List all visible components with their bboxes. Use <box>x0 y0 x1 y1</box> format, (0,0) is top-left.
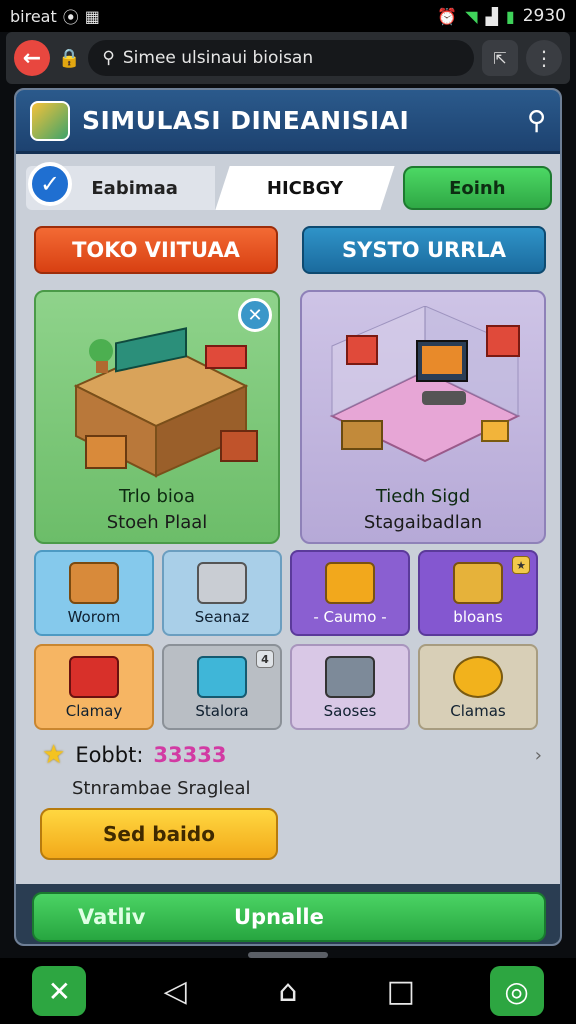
lock-icon: 🔒 <box>58 47 81 69</box>
category-button-store[interactable]: TOKO VIITUAA <box>34 226 278 274</box>
tab-bar: ✓ Eabimaa HICBGY Eoinh <box>26 162 553 212</box>
grid-tile[interactable]: 4 Stalora <box>162 644 282 730</box>
score-value: 33333 <box>153 743 227 767</box>
bottom-bar: Vatliv Upnalle <box>16 884 560 944</box>
chevron-right-icon[interactable]: › <box>535 745 542 766</box>
browser-menu-button[interactable]: ⋮ <box>526 40 562 76</box>
shelf-icon <box>325 656 375 698</box>
url-field[interactable]: ⚲ Simee ulsinaui bioisan <box>88 40 474 76</box>
category-button-system[interactable]: SYSTO URRLA <box>302 226 546 274</box>
app-title: SIMULASI DINEANISIAI <box>82 106 410 135</box>
crate-icon <box>453 562 503 604</box>
image-notification-icon: ▦ <box>84 6 100 26</box>
update-button-left-label: Vatliv <box>78 905 146 929</box>
featured-card-system[interactable]: Tiedh Sigd Stagaibadlan <box>300 290 546 544</box>
search-icon: ⚲ <box>526 105 546 136</box>
update-button-label: Upnalle <box>234 905 324 929</box>
send-button[interactable]: Sed baido <box>40 808 278 860</box>
grid-tile[interactable]: Clamay <box>34 644 154 730</box>
square-recents-icon: □ <box>386 973 415 1009</box>
gold-icon <box>453 656 503 698</box>
item-grid: Worom Seanaz - Caumo - ★ bloans Clamay 4… <box>34 550 546 730</box>
browser-toolbar: ← 🔒 ⚲ Simee ulsinaui bioisan ⇱ ⋮ <box>6 32 570 84</box>
tile-label: Clamay <box>65 702 123 720</box>
store-illustration <box>73 327 258 478</box>
tile-label: Saoses <box>323 702 377 720</box>
arrow-left-icon: ← <box>22 45 42 71</box>
grid-tile[interactable]: ★ bloans <box>418 550 538 636</box>
featured-card-store[interactable]: ✕ Trlo bioa Stoeh Plaal <box>34 290 280 544</box>
grid-tile[interactable]: Seanaz <box>162 550 282 636</box>
wifi-icon: ◥ <box>465 6 478 26</box>
info-badge-icon: 4 <box>256 650 274 668</box>
tile-label: Stalora <box>195 702 249 720</box>
tile-label: Seanaz <box>194 608 250 626</box>
star-icon: ★ <box>42 740 66 770</box>
signal-icon: ▟ <box>485 6 498 26</box>
carrier-label: bireat <box>10 6 57 26</box>
safe-icon <box>197 562 247 604</box>
van-icon <box>197 656 247 698</box>
grid-tile[interactable]: Worom <box>34 550 154 636</box>
featured-card-title: Trlo bioa <box>119 486 195 507</box>
nav-recents-button[interactable]: □ <box>377 967 425 1015</box>
url-text: Simee ulsinaui bioisan <box>122 48 314 68</box>
share-button[interactable]: ⇱ <box>482 40 518 76</box>
search-button[interactable]: ⚲ <box>527 106 546 136</box>
featured-cards: ✕ Trlo bioa Stoeh Plaal Tiedh Sigd Staga… <box>34 290 546 544</box>
nav-home-button[interactable]: ⌂ <box>264 967 312 1015</box>
app-header: SIMULASI DINEANISIAI ⚲ <box>16 90 560 154</box>
score-description: Stnrambae Sragleal <box>72 778 251 799</box>
cart-icon <box>325 562 375 604</box>
featured-card-subtitle: Stagaibadlan <box>363 512 483 533</box>
tile-label: bloans <box>453 608 503 626</box>
tile-label: Clamas <box>450 702 506 720</box>
tile-label: - Caumo - <box>313 608 387 626</box>
tab-action-button[interactable]: Eoinh <box>402 166 553 210</box>
grid-tile[interactable]: - Caumo - <box>290 550 410 636</box>
app-window: SIMULASI DINEANISIAI ⚲ ✓ Eabimaa HICBGY … <box>14 88 562 946</box>
chat-app-button[interactable]: ◎ <box>489 966 544 1016</box>
office-illustration <box>329 306 521 463</box>
back-button[interactable]: ← <box>14 40 50 76</box>
grid-tile[interactable]: Saoses <box>290 644 410 730</box>
alarm-icon: ⏰ <box>437 6 458 26</box>
notification-icon: ⦿ <box>62 8 79 27</box>
check-badge-icon: ✓ <box>28 162 72 206</box>
app-logo <box>30 100 70 141</box>
nav-back-button[interactable]: ◁ <box>151 967 199 1015</box>
grid-tile[interactable]: Clamas <box>418 644 538 730</box>
update-button[interactable]: Vatliv Upnalle <box>32 892 546 942</box>
truck-icon <box>69 656 119 698</box>
tab-second[interactable]: HICBGY <box>215 166 395 210</box>
clock: 2930 <box>522 6 566 26</box>
category-row: TOKO VIITUAA SYSTO URRLA <box>34 226 546 274</box>
share-icon: ⇱ <box>493 48 507 68</box>
tools-app-button[interactable]: ✕ <box>32 966 87 1016</box>
featured-card-subtitle: Stoeh Plaal <box>106 512 208 533</box>
star-badge-icon: ★ <box>512 556 530 574</box>
featured-card-title: Tiedh Sigd <box>375 486 471 507</box>
score-label: Eobbt: <box>75 743 144 767</box>
chat-icon: ◎ <box>504 974 529 1008</box>
score-panel: ★ Eobbt: 33333 › Stnrambae Sragleal <box>42 740 542 799</box>
more-vert-icon: ⋮ <box>534 46 554 70</box>
search-icon: ⚲ <box>102 48 115 68</box>
system-nav-bar: ✕ ◁ ⌂ □ ◎ <box>0 958 576 1024</box>
box-icon <box>69 562 119 604</box>
status-bar: bireat ⦿ ▦ ⏰ ◥ ▟ ▮ 2930 <box>0 0 576 32</box>
tools-icon: ✕ <box>47 974 72 1008</box>
triangle-back-icon: ◁ <box>163 973 187 1009</box>
home-icon: ⌂ <box>278 973 298 1009</box>
battery-icon: ▮ <box>505 6 515 26</box>
tile-label: Worom <box>67 608 121 626</box>
close-icon[interactable]: ✕ <box>238 298 272 332</box>
